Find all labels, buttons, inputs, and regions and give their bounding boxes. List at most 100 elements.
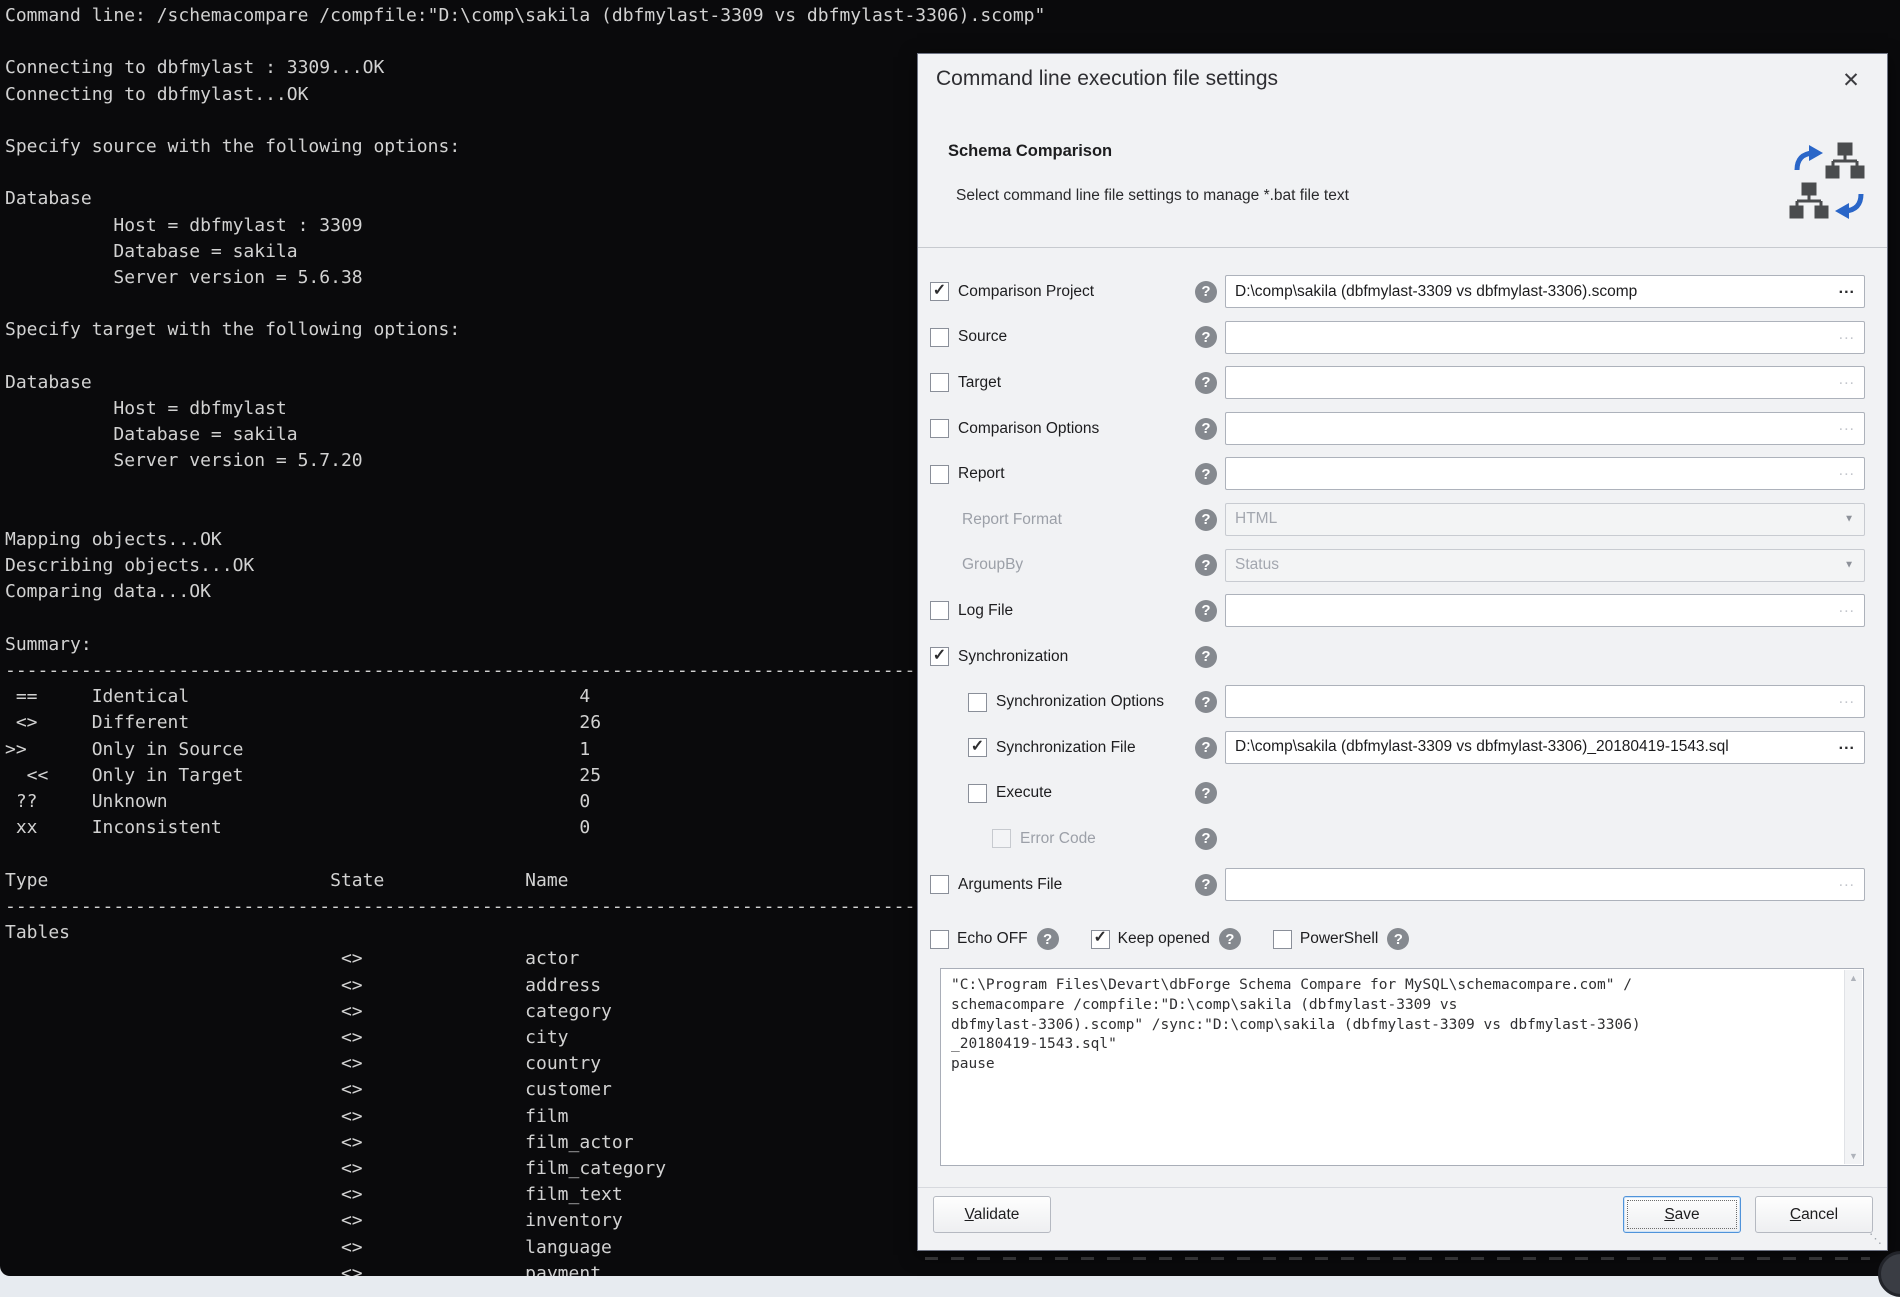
chevron-down-icon[interactable]: ▼	[1844, 514, 1854, 525]
checkbox-synchronization[interactable]: ✓	[930, 647, 949, 666]
row-label: Log File	[958, 602, 1013, 620]
option-label: PowerShell	[1300, 930, 1378, 948]
row-label: Synchronization Options	[996, 693, 1164, 711]
help-icon[interactable]: ?	[1195, 372, 1217, 394]
checkbox-echo-off[interactable]	[930, 930, 949, 949]
help-icon[interactable]: ?	[1195, 691, 1217, 713]
field-report[interactable]: ...	[1225, 457, 1865, 490]
browse-button[interactable]: ...	[1839, 417, 1855, 435]
bat-text: "C:\Program Files\Devart\dbForge Schema …	[941, 969, 1863, 1075]
browse-button[interactable]: ...	[1839, 280, 1855, 298]
field-source[interactable]: ...	[1225, 321, 1865, 354]
options-row: Echo OFF ? ✓ Keep opened ? PowerShell ?	[930, 926, 1409, 952]
help-icon[interactable]: ?	[1219, 928, 1241, 950]
checkbox-powershell[interactable]	[1273, 930, 1292, 949]
row-label: Source	[958, 328, 1007, 346]
header-separator	[918, 247, 1887, 248]
terminal-dashed-line	[925, 1257, 1870, 1260]
row-label: Arguments File	[958, 876, 1062, 894]
save-button[interactable]: Save	[1623, 1196, 1741, 1233]
checkbox-comparison-options[interactable]	[930, 419, 949, 438]
help-icon[interactable]: ?	[1195, 828, 1217, 850]
help-icon[interactable]: ?	[1195, 737, 1217, 759]
scroll-down-icon[interactable]: ▼	[1845, 1151, 1862, 1161]
field-target[interactable]: ...	[1225, 366, 1865, 399]
command-line-settings-dialog: Command line execution file settings ✕ S…	[917, 53, 1888, 1251]
help-icon[interactable]: ?	[1195, 418, 1217, 440]
checkbox-execute[interactable]	[968, 784, 987, 803]
browse-button[interactable]: ...	[1839, 599, 1855, 617]
checkbox-synchronization-options[interactable]	[968, 693, 987, 712]
help-icon[interactable]: ?	[1387, 928, 1409, 950]
help-icon[interactable]: ?	[1195, 509, 1217, 531]
browse-button[interactable]: ...	[1839, 371, 1855, 389]
help-icon[interactable]: ?	[1195, 326, 1217, 348]
field-arguments-file[interactable]: ...	[1225, 868, 1865, 901]
help-icon[interactable]: ?	[1195, 646, 1217, 668]
row-label: Target	[958, 374, 1001, 392]
browse-button[interactable]: ...	[1839, 690, 1855, 708]
checkbox-arguments-file[interactable]	[930, 875, 949, 894]
help-icon[interactable]: ?	[1195, 874, 1217, 896]
help-icon[interactable]: ?	[1037, 928, 1059, 950]
field-report-format[interactable]: HTML ▼	[1225, 503, 1865, 536]
setting-row-log-file: Log File ? ...	[918, 588, 1887, 634]
setting-row-synchronization-options: Synchronization Options ? ...	[918, 679, 1887, 725]
validate-button[interactable]: Validate	[933, 1196, 1051, 1233]
checkbox-error-code[interactable]	[992, 829, 1011, 848]
help-icon[interactable]: ?	[1195, 281, 1217, 303]
setting-row-synchronization-file: ✓ Synchronization File ? D:\comp\sakila …	[918, 725, 1887, 771]
row-label: Report Format	[962, 511, 1062, 529]
setting-row-comparison-options: Comparison Options ? ...	[918, 406, 1887, 452]
resize-grip[interactable]: ⋱	[1869, 1231, 1882, 1247]
row-label: Synchronization	[958, 648, 1068, 666]
setting-row-report: Report ? ...	[918, 451, 1887, 497]
checkbox-log-file[interactable]	[930, 601, 949, 620]
row-label: GroupBy	[962, 556, 1023, 574]
setting-row-execute: Execute ?	[918, 771, 1887, 817]
checkbox-report[interactable]	[930, 465, 949, 484]
row-label: Execute	[996, 784, 1052, 802]
checkbox-source[interactable]	[930, 328, 949, 347]
help-icon[interactable]: ?	[1195, 463, 1217, 485]
field-synchronization-file[interactable]: D:\comp\sakila (dbfmylast-3309 vs dbfmyl…	[1225, 731, 1865, 764]
option-label: Echo OFF	[957, 930, 1028, 948]
setting-row-source: Source ? ...	[918, 315, 1887, 361]
browse-button[interactable]: ...	[1839, 326, 1855, 344]
option-echo-off: Echo OFF ?	[930, 928, 1059, 950]
scroll-up-icon[interactable]: ▲	[1845, 973, 1862, 983]
setting-row-report-format: Report Format ? HTML ▼	[918, 497, 1887, 543]
setting-row-synchronization: ✓ Synchronization ?	[918, 634, 1887, 680]
setting-row-comparison-project: ✓ Comparison Project ? D:\comp\sakila (d…	[918, 269, 1887, 315]
field-groupby[interactable]: Status ▼	[1225, 549, 1865, 582]
footer-separator	[918, 1187, 1887, 1188]
checkbox-synchronization-file[interactable]: ✓	[968, 738, 987, 757]
checkbox-keep-opened[interactable]: ✓	[1091, 930, 1110, 949]
setting-row-target: Target ? ...	[918, 360, 1887, 406]
help-icon[interactable]: ?	[1195, 600, 1217, 622]
row-label: Comparison Options	[958, 420, 1099, 438]
browse-button[interactable]: ...	[1839, 736, 1855, 754]
field-comparison-options[interactable]: ...	[1225, 412, 1865, 445]
chevron-down-icon[interactable]: ▼	[1844, 560, 1854, 571]
browse-button[interactable]: ...	[1839, 873, 1855, 891]
help-icon[interactable]: ?	[1195, 782, 1217, 804]
settings-rows: ✓ Comparison Project ? D:\comp\sakila (d…	[918, 269, 1887, 907]
option-keep-opened: ✓ Keep opened ?	[1091, 928, 1241, 950]
checkbox-target[interactable]	[930, 373, 949, 392]
screen: { "terminal": { "lines": [ "Command line…	[0, 0, 1900, 1284]
field-synchronization-options[interactable]: ...	[1225, 685, 1865, 718]
schema-comparison-heading: Schema Comparison	[948, 142, 1112, 161]
setting-row-arguments-file: Arguments File ? ...	[918, 862, 1887, 908]
field-log-file[interactable]: ...	[1225, 594, 1865, 627]
row-label: Report	[958, 465, 1005, 483]
dialog-title: Command line execution file settings	[936, 67, 1278, 91]
cancel-button[interactable]: Cancel	[1755, 1196, 1873, 1233]
bat-text-box[interactable]: "C:\Program Files\Devart\dbForge Schema …	[940, 968, 1864, 1166]
help-icon[interactable]: ?	[1195, 554, 1217, 576]
scrollbar[interactable]: ▲ ▼	[1844, 970, 1862, 1164]
checkbox-comparison-project[interactable]: ✓	[930, 282, 949, 301]
field-comparison-project[interactable]: D:\comp\sakila (dbfmylast-3309 vs dbfmyl…	[1225, 275, 1865, 308]
close-icon[interactable]: ✕	[1837, 66, 1865, 94]
browse-button[interactable]: ...	[1839, 462, 1855, 480]
